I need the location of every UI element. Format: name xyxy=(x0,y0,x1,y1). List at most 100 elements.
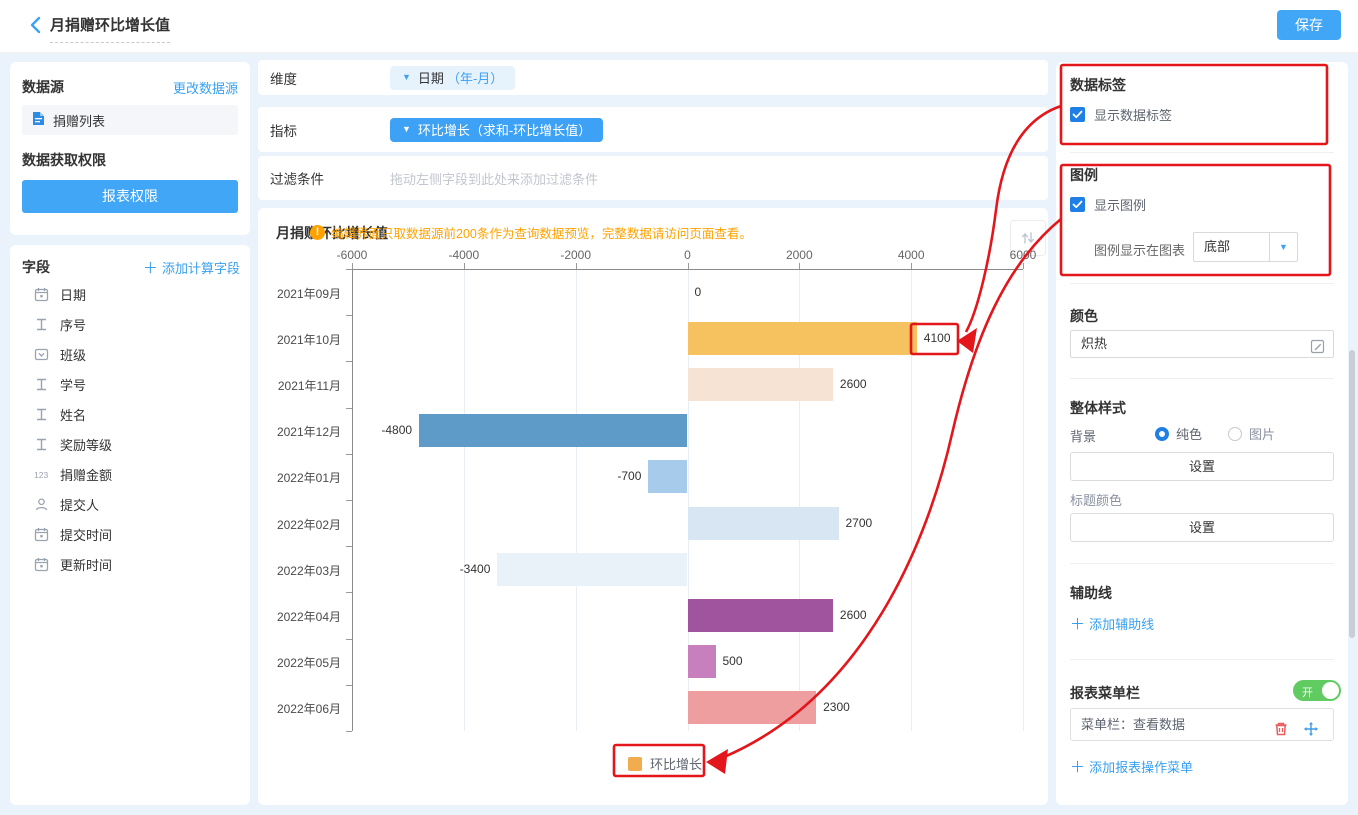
text-icon xyxy=(34,437,51,452)
radio-selected-icon xyxy=(1155,427,1169,441)
document-icon xyxy=(31,111,46,129)
show-legend-checkbox[interactable]: 显示图例 xyxy=(1070,195,1146,214)
field-item-班级[interactable]: 班级 xyxy=(22,339,238,369)
menu-item-row[interactable]: 菜单栏：查看数据 xyxy=(1070,708,1334,741)
fields-title: 字段 xyxy=(22,257,50,277)
add-calc-field-link[interactable]: ＋ 添加计算字段 xyxy=(143,257,240,278)
divider xyxy=(1070,152,1334,153)
color-section-title: 颜色 xyxy=(1070,306,1098,326)
background-label: 背景 xyxy=(1070,426,1096,445)
datasource-title: 数据源 xyxy=(22,77,64,97)
report-permission-button[interactable]: 报表权限 xyxy=(22,180,238,213)
background-settings-button[interactable]: 设置 xyxy=(1070,452,1334,481)
text-icon xyxy=(34,317,51,332)
bar xyxy=(497,553,687,586)
metric-label: 指标 xyxy=(258,120,390,140)
guideline-section-title: 辅助线 xyxy=(1070,583,1112,603)
report-designer-page: 月捐赠环比增长值 保存 数据源 更改数据源 捐赠列表 数据获取权限 报表权限 字… xyxy=(0,0,1358,815)
divider xyxy=(1070,659,1334,660)
metric-tag[interactable]: ▼ 环比增长（求和-环比增长值） xyxy=(390,118,603,142)
report-menu-section-title: 报表菜单栏 xyxy=(1070,683,1140,703)
field-item-学号[interactable]: 学号 xyxy=(22,369,238,399)
datasource-item[interactable]: 捐赠列表 xyxy=(22,105,238,135)
color-palette-input[interactable]: 炽热 xyxy=(1070,330,1334,358)
title-color-settings-button[interactable]: 设置 xyxy=(1070,513,1334,542)
text-icon xyxy=(34,377,51,392)
y-axis-line xyxy=(352,269,353,731)
fields-card: 字段 ＋ 添加计算字段 日期序号班级学号姓名奖励等级123捐赠金额提交人提交时间… xyxy=(10,245,250,805)
bar xyxy=(419,414,687,447)
page-title[interactable]: 月捐赠环比增长值 xyxy=(50,14,170,43)
x-axis-tick-label: 6000 xyxy=(1010,248,1037,262)
y-axis-tick xyxy=(346,408,352,409)
category-label: 2022年04月 xyxy=(258,608,341,625)
field-item-提交人[interactable]: 提交人 xyxy=(22,489,238,519)
dimension-label: 维度 xyxy=(258,68,390,88)
value-label: 2600 xyxy=(840,608,867,622)
bar xyxy=(688,507,839,540)
field-item-奖励等级[interactable]: 奖励等级 xyxy=(22,429,238,459)
legend-position-select[interactable]: 底部 ▼ xyxy=(1193,232,1298,262)
checkbox-checked-icon xyxy=(1070,107,1085,122)
value-label: -700 xyxy=(591,469,641,483)
category-label: 2022年03月 xyxy=(258,562,341,579)
plus-icon: ＋ xyxy=(143,260,162,277)
datasource-card: 数据源 更改数据源 捐赠列表 数据获取权限 报表权限 xyxy=(10,62,250,235)
field-item-更新时间[interactable]: 更新时间 xyxy=(22,549,238,579)
x-axis-tick-label: 0 xyxy=(684,248,691,262)
text-icon xyxy=(34,407,51,422)
bar xyxy=(648,460,687,493)
data-label-section-title: 数据标签 xyxy=(1070,75,1126,95)
change-datasource-link[interactable]: 更改数据源 xyxy=(173,78,238,97)
plus-icon: ＋ xyxy=(1070,616,1089,633)
permission-title: 数据获取权限 xyxy=(22,150,106,170)
field-item-日期[interactable]: 日期 xyxy=(22,279,238,309)
y-axis-tick xyxy=(346,731,352,732)
edit-icon[interactable] xyxy=(1310,337,1325,363)
save-button[interactable]: 保存 xyxy=(1277,10,1341,40)
category-label: 2022年06月 xyxy=(258,700,341,717)
category-label: 2021年09月 xyxy=(258,285,341,302)
caret-down-icon: ▼ xyxy=(402,125,411,134)
category-label: 2021年10月 xyxy=(258,331,341,348)
y-axis-tick xyxy=(346,269,352,270)
field-item-提交时间[interactable]: 提交时间 xyxy=(22,519,238,549)
divider xyxy=(1070,563,1334,564)
scrollbar-thumb[interactable] xyxy=(1349,350,1355,638)
divider xyxy=(1070,283,1334,284)
add-guideline-link[interactable]: ＋ 添加辅助线 xyxy=(1070,613,1154,634)
add-report-menu-link[interactable]: ＋ 添加报表操作菜单 xyxy=(1070,756,1193,777)
field-item-姓名[interactable]: 姓名 xyxy=(22,399,238,429)
grid-line xyxy=(464,269,465,731)
delete-icon[interactable] xyxy=(1273,717,1289,748)
bar xyxy=(688,691,817,724)
metric-row: 指标 ▼ 环比增长（求和-环比增长值） xyxy=(258,107,1048,152)
dimension-row: 维度 ▼ 日期 （年-月） xyxy=(258,60,1048,95)
category-label: 2021年12月 xyxy=(258,423,341,440)
bar xyxy=(688,645,716,678)
field-item-序号[interactable]: 序号 xyxy=(22,309,238,339)
background-solid-radio[interactable]: 纯色 xyxy=(1155,424,1202,443)
select-icon xyxy=(34,347,51,362)
y-axis-tick xyxy=(346,639,352,640)
x-axis-line xyxy=(352,269,1023,270)
back-button[interactable] xyxy=(26,15,46,35)
move-icon[interactable] xyxy=(1303,717,1319,748)
filter-row[interactable]: 过滤条件 拖动左侧字段到此处来添加过滤条件 xyxy=(258,156,1048,200)
chevron-left-icon xyxy=(26,15,46,35)
checkbox-checked-icon xyxy=(1070,197,1085,212)
value-label: -4800 xyxy=(362,423,412,437)
grid-line xyxy=(1023,269,1024,731)
y-axis-tick xyxy=(346,685,352,686)
show-data-label-checkbox[interactable]: 显示数据标签 xyxy=(1070,105,1172,124)
legend-label: 环比增长 xyxy=(650,754,702,773)
background-image-radio[interactable]: 图片 xyxy=(1228,424,1275,443)
header-bar: 月捐赠环比增长值 保存 xyxy=(0,0,1358,53)
svg-text:123: 123 xyxy=(34,470,48,480)
legend-section-title: 图例 xyxy=(1070,165,1098,185)
value-label: -3400 xyxy=(440,562,490,576)
chart-legend-item[interactable]: 环比增长 xyxy=(628,754,702,773)
report-menu-toggle[interactable]: 开 xyxy=(1293,680,1341,701)
field-item-捐赠金额[interactable]: 123捐赠金额 xyxy=(22,459,238,489)
dimension-tag[interactable]: ▼ 日期 （年-月） xyxy=(390,66,515,90)
